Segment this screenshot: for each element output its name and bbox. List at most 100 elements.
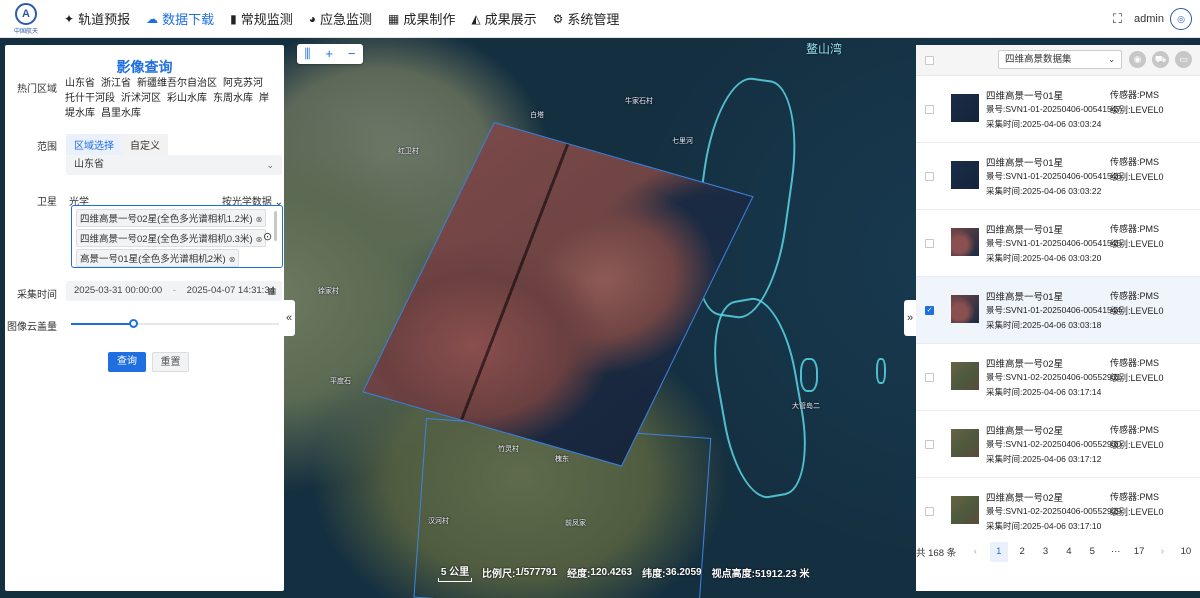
collapse-left-panel-button[interactable]: « xyxy=(283,300,295,336)
satellite-multiselect[interactable]: 四维高景一号02星(全色多光谱相机1.2米) ⊗ 四维高景一号02星(全色多光谱相机… xyxy=(71,205,283,268)
clear-selection-icon[interactable]: ⊙ xyxy=(263,230,272,243)
scene-list-item[interactable]: 四维高景一号01星 传感器:PMS 景号:SVN1-01-20250406-0054… xyxy=(916,76,1200,143)
scene-thumbnail[interactable] xyxy=(951,228,979,256)
prev-page-button[interactable]: ‹ xyxy=(966,542,984,562)
scene-thumbnail[interactable] xyxy=(951,429,979,457)
scene-list-item[interactable]: 四维高景一号01星 传感器:PMS 景号:SVN1-01-20250406-0054… xyxy=(916,143,1200,210)
end-time-input[interactable]: 2025-04-07 14:31:34 xyxy=(187,285,275,296)
scene-thumbnail[interactable] xyxy=(951,161,979,189)
map-place-label: 徐家村 xyxy=(318,288,339,295)
slider-fill xyxy=(71,323,134,325)
scene-list-item[interactable]: ✓ 四维高景一号01星 传感器:PMS 景号:SVN1-01-20250406-005… xyxy=(916,277,1200,344)
scene-thumbnail[interactable] xyxy=(951,496,979,524)
scene-list-item[interactable]: 四维高景一号02星 传感器:PMS 景号:SVN1-02-20250406-0055… xyxy=(916,411,1200,478)
pagination: 共 168 条 ‹ 1 2 3 4 5 ··· 17 › 10 xyxy=(916,542,1200,562)
nav-item-4[interactable]: ▦ 成果制作 xyxy=(388,0,455,38)
scene-thumbnail[interactable] xyxy=(951,94,979,122)
nav-item-5[interactable]: ◭ 成果展示 xyxy=(471,0,536,38)
dataset-select[interactable]: 四维高景数据集 ⌄ xyxy=(998,50,1122,69)
island-outline xyxy=(876,358,886,384)
fullscreen-icon[interactable]: ⛶ xyxy=(1113,11,1122,27)
scene-name: 四维高景一号02星 xyxy=(986,493,1064,504)
scene-id: 景号:SVN1-02-20250406-00552930 xyxy=(986,439,1122,449)
dataset-value: 四维高景数据集 xyxy=(1005,54,1072,65)
scene-time: 采集时间:2025-04-06 03:03:20 xyxy=(986,253,1102,263)
tab-region-select[interactable]: 区域选择 xyxy=(66,134,122,155)
hot-area-link[interactable]: 彩山水库 xyxy=(167,93,207,104)
scene-list-item[interactable]: 四维高景一号01星 传感器:PMS 景号:SVN1-01-20250406-0054… xyxy=(916,210,1200,277)
page-button[interactable]: 5 xyxy=(1083,542,1101,562)
hot-area-link[interactable]: 托什干河段 xyxy=(65,93,115,104)
hot-areas-list: 山东省 浙江省 新疆维吾尔自治区 阿克苏河托什干河段 沂沭河区 彩山水库 东周水库 岸堤水库昌… xyxy=(65,76,275,121)
remove-tag-icon[interactable]: ⊗ xyxy=(229,255,236,264)
scene-sensor: 传感器:PMS xyxy=(1110,425,1160,435)
scene-checkbox[interactable] xyxy=(925,440,934,449)
map-place-label: 槐东 xyxy=(555,456,569,463)
collect-time-range[interactable]: 2025-03-31 00:00:00 - 2025-04-07 14:31:3… xyxy=(66,281,282,301)
cloud-cover-slider[interactable] xyxy=(71,319,279,328)
scrollbar[interactable] xyxy=(274,211,277,241)
scene-checkbox[interactable] xyxy=(925,172,934,181)
scene-thumbnail[interactable] xyxy=(951,362,979,390)
hot-area-link[interactable]: 东周水库 xyxy=(213,93,253,104)
page-button[interactable]: 2 xyxy=(1013,542,1031,562)
scene-list-item[interactable]: 四维高景一号02星 传感器:PMS 景号:SVN1-02-20250406-0055… xyxy=(916,344,1200,411)
page-button[interactable]: 4 xyxy=(1060,542,1078,562)
nav-item-0[interactable]: ✦ 轨道预报 xyxy=(64,0,130,38)
layers-icon[interactable]: ⫼ xyxy=(304,44,310,64)
page-button[interactable]: ··· xyxy=(1106,542,1124,562)
avatar[interactable]: ◎ xyxy=(1170,8,1192,30)
query-button[interactable]: 查询 xyxy=(108,352,146,372)
coastline xyxy=(703,292,817,504)
cart-icon[interactable]: ⛟ xyxy=(1152,51,1169,68)
scene-checkbox[interactable] xyxy=(925,239,934,248)
nav-item-3[interactable]: ◕ 应急监测 xyxy=(309,0,372,38)
collapse-right-panel-button[interactable]: » xyxy=(904,300,916,336)
start-time-input[interactable]: 2025-03-31 00:00:00 xyxy=(74,285,162,296)
tab-custom[interactable]: 自定义 xyxy=(122,134,168,155)
hot-area-link[interactable]: 浙江省 xyxy=(101,78,131,89)
folder-icon[interactable]: ▭ xyxy=(1175,51,1192,68)
page-size-select[interactable]: 10 xyxy=(1177,542,1195,562)
nav-item-label: 成果展示 xyxy=(484,12,537,27)
scene-list-item[interactable]: 四维高景一号02星 传感器:PMS 景号:SVN1-02-20250406-0055… xyxy=(916,478,1200,540)
scene-checkbox[interactable]: ✓ xyxy=(925,306,934,315)
hot-area-link[interactable]: 阿克苏河 xyxy=(223,78,263,89)
scene-thumbnail[interactable] xyxy=(951,295,979,323)
collect-time-label: 采集时间 xyxy=(17,290,57,301)
select-all-checkbox[interactable] xyxy=(925,56,934,65)
eye-icon[interactable]: ◉ xyxy=(1129,51,1146,68)
scene-checkbox[interactable] xyxy=(925,105,934,114)
remove-tag-icon[interactable]: ⊗ xyxy=(256,215,263,224)
scene-id: 景号:SVN1-01-20250406-00541544 xyxy=(986,305,1122,315)
zoom-out-button[interactable]: − xyxy=(348,44,356,64)
calendar-icon[interactable]: ▦ xyxy=(267,281,276,301)
hot-area-link[interactable]: 山东省 xyxy=(65,78,95,89)
username[interactable]: admin xyxy=(1134,13,1164,25)
remove-tag-icon[interactable]: ⊗ xyxy=(256,235,263,244)
nav-item-2[interactable]: ▮ 常规监测 xyxy=(230,0,293,38)
top-right-tools: ⛶ admin ◎ xyxy=(1113,0,1192,38)
province-select[interactable]: 山东省 ⌄ xyxy=(66,155,282,175)
nav-item-6[interactable]: ⚙ 系统管理 xyxy=(553,0,620,38)
scene-checkbox[interactable] xyxy=(925,507,934,516)
page-button[interactable]: 3 xyxy=(1036,542,1054,562)
nav-item-label: 成果制作 xyxy=(403,12,456,27)
nav-item-label: 数据下载 xyxy=(162,12,215,27)
slider-thumb[interactable] xyxy=(129,319,139,328)
hot-area-link[interactable]: 沂沭河区 xyxy=(121,93,161,104)
nav-item-label: 应急监测 xyxy=(319,12,372,27)
selected-scene-image[interactable] xyxy=(362,122,754,467)
nav-item-1[interactable]: ☁ 数据下载 xyxy=(146,0,214,38)
next-page-button[interactable]: › xyxy=(1153,542,1171,562)
table-icon: ▦ xyxy=(387,11,400,26)
scene-checkbox[interactable] xyxy=(925,373,934,382)
hot-area-link[interactable]: 新疆维吾尔自治区 xyxy=(137,78,217,89)
page-button[interactable]: 1 xyxy=(989,542,1008,562)
page-button[interactable]: 17 xyxy=(1130,542,1148,562)
hot-area-link[interactable]: 昌里水库 xyxy=(101,108,141,119)
zoom-in-button[interactable]: + xyxy=(325,44,333,64)
satellite-tag: 四维高景一号02星(全色多光谱相机1.2米) ⊗ xyxy=(76,209,267,227)
gear-icon: ⚙ xyxy=(552,11,564,26)
reset-button[interactable]: 重置 xyxy=(152,352,189,372)
